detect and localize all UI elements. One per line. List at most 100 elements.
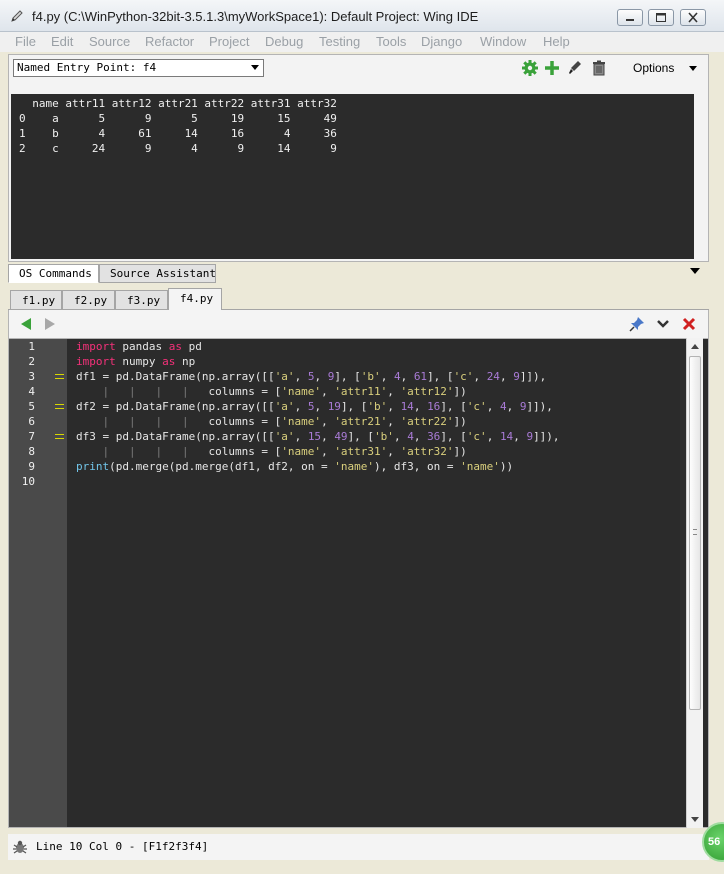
menu-testing[interactable]: Testing [319, 34, 360, 49]
code-token: ]]), [519, 370, 547, 383]
code-token-fn: print [76, 460, 110, 473]
code-token: columns = [ [208, 385, 282, 398]
code-token: , [486, 430, 500, 443]
entry-point-select[interactable]: Named Entry Point: f4 [13, 59, 264, 77]
menu-refactor[interactable]: Refactor [145, 34, 194, 49]
editor-scrollbar[interactable] [686, 338, 703, 828]
menu-help[interactable]: Help [543, 34, 570, 49]
minimize-button[interactable] [617, 9, 643, 26]
code-token: np [175, 355, 196, 368]
code-token-str: 'a' [274, 430, 295, 443]
line-number: 4 [28, 385, 35, 398]
code-token: , [321, 385, 335, 398]
brush-icon[interactable] [566, 59, 584, 77]
pin-icon[interactable] [629, 316, 645, 332]
code-editor[interactable]: 1 2 3 4 5 6 7 8 9 10 import pandas as pd… [8, 338, 709, 828]
panel-tab-bar: OS Commands Source Assistant [8, 264, 709, 284]
code-token: (pd.merge(pd.merge(df1, df2, on = [109, 460, 335, 473]
title-bar: f4.py (C:\WinPython-32bit-3.5.1.3\myWork… [0, 0, 724, 32]
code-token: , [387, 445, 401, 458]
code-line: df1 = pd.DataFrame(np.array([['a', 5, 9]… [76, 369, 546, 384]
code-token: , [387, 415, 401, 428]
code-token: ], [ [334, 370, 361, 383]
line-number: 3 [28, 370, 35, 383]
menu-edit[interactable]: Edit [51, 34, 73, 49]
code-token-str: 'attr22' [400, 415, 454, 428]
command-output[interactable]: name attr11 attr12 attr21 attr22 attr31 … [11, 94, 694, 259]
code-token: , [486, 400, 500, 413]
code-token: ], [ [347, 430, 375, 443]
code-token: , [294, 430, 308, 443]
maximize-button[interactable] [648, 9, 674, 26]
code-token: , [321, 415, 335, 428]
scroll-up-icon[interactable] [691, 344, 699, 349]
code-token: )) [499, 460, 514, 473]
menu-source[interactable]: Source [89, 34, 130, 49]
close-icon[interactable] [681, 316, 697, 332]
menu-tools[interactable]: Tools [376, 34, 406, 49]
close-window-button[interactable] [680, 9, 706, 26]
plus-icon[interactable] [543, 59, 561, 77]
entry-point-value: Named Entry Point: f4 [17, 61, 157, 74]
code-token-guide: | | | | [76, 415, 209, 428]
fold-marker-icon[interactable] [55, 434, 64, 439]
code-token-kw: import [76, 355, 116, 368]
code-token: , [499, 370, 514, 383]
code-token-str: 'attr21' [334, 415, 388, 428]
code-token-num: 4 [407, 430, 414, 443]
tab-f3-py[interactable]: f3.py [115, 290, 168, 310]
os-commands-panel: Named Entry Point: f4 Options name attr1… [8, 54, 709, 262]
code-token: ]) [453, 415, 467, 428]
scroll-thumb[interactable] [689, 356, 701, 710]
menu-window[interactable]: Window [480, 34, 526, 49]
tab-f1-py[interactable]: f1.py [10, 290, 62, 310]
tab-f4-py[interactable]: f4.py [168, 288, 222, 311]
code-token: , [314, 400, 328, 413]
code-line: | | | | columns = ['name', 'attr11', 'at… [76, 384, 466, 399]
chevron-down-icon[interactable] [655, 316, 671, 332]
line-number: 8 [28, 445, 35, 458]
code-token-str: 'c' [453, 370, 474, 383]
trash-icon[interactable] [590, 59, 608, 77]
scroll-down-icon[interactable] [691, 817, 699, 822]
menu-django[interactable]: Django [421, 34, 462, 49]
menu-project[interactable]: Project [209, 34, 249, 49]
code-token: df1 = pd.DataFrame(np.array([[ [76, 370, 275, 383]
menu-debug[interactable]: Debug [265, 34, 303, 49]
code-token-num: 19 [327, 400, 341, 413]
code-token-str: 'attr32' [400, 445, 454, 458]
code-token: ], [ [427, 370, 454, 383]
fold-marker-icon[interactable] [55, 374, 64, 379]
code-token-str: 'b' [367, 400, 388, 413]
line-number: 10 [21, 475, 35, 488]
tab-os-commands[interactable]: OS Commands [8, 264, 99, 283]
code-token: ], [ [440, 400, 467, 413]
code-token-num: 15 [307, 430, 322, 443]
back-arrow-icon[interactable] [21, 318, 31, 330]
code-line: import pandas as pd [76, 339, 202, 354]
cursor-position-status: Line 10 Col 0 - [F1f2f3f4] [36, 840, 209, 853]
bug-icon[interactable] [12, 839, 28, 855]
window-title: f4.py (C:\WinPython-32bit-3.5.1.3\myWork… [32, 9, 479, 24]
fold-marker-icon[interactable] [55, 404, 64, 409]
code-token-str: 'a' [274, 400, 295, 413]
options-button[interactable]: Options [621, 58, 705, 78]
code-token: pandas [115, 340, 169, 353]
code-token-guide: | | | | [76, 445, 209, 458]
forward-arrow-icon[interactable] [45, 318, 55, 330]
code-token-num: 61 [413, 370, 428, 383]
panel-menu-arrow-icon[interactable] [690, 268, 700, 274]
code-token-str: 'name' [281, 415, 322, 428]
code-line: import numpy as np [76, 354, 195, 369]
grip-icon [693, 529, 697, 535]
gear-icon[interactable] [521, 59, 539, 77]
code-token: , [321, 445, 335, 458]
editor-tab-bar: f1.py f2.py f3.py f4.py [8, 288, 709, 311]
code-token: , [513, 430, 527, 443]
output-line: name attr11 attr12 attr21 attr22 attr31 … [19, 97, 337, 110]
status-bar: Line 10 Col 0 - [F1f2f3f4] [8, 834, 709, 860]
menu-file[interactable]: File [15, 34, 36, 49]
tab-f2-py[interactable]: f2.py [62, 290, 115, 310]
tab-source-assistant[interactable]: Source Assistant [99, 264, 216, 283]
line-gutter: 1 2 3 4 5 6 7 8 9 10 [9, 339, 67, 827]
